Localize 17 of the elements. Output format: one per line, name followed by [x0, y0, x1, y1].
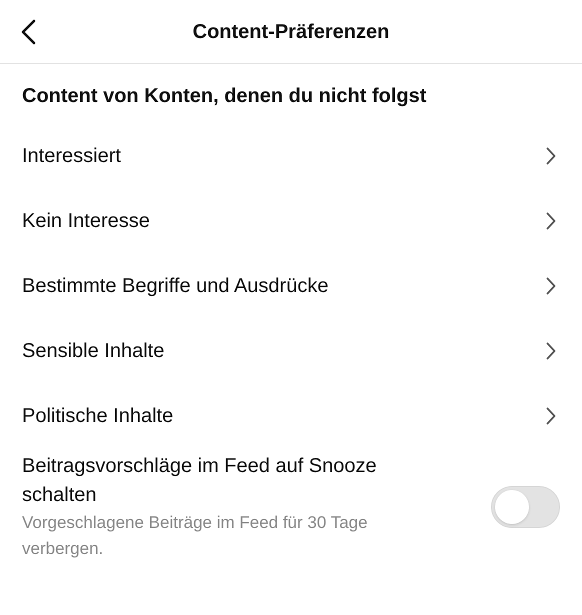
menu-item[interactable]: Bestimmte Begriffe und Ausdrücke — [0, 253, 582, 318]
chevron-right-icon — [546, 276, 556, 294]
page-title: Content-Präferenzen — [192, 20, 390, 44]
section-heading: Content von Konten, denen du nicht folgst — [22, 84, 428, 109]
back-icon — [20, 19, 36, 45]
menu-item[interactable]: Kein Interesse — [0, 188, 582, 253]
menu-item[interactable]: Interessiert — [0, 123, 582, 188]
toggle-switch[interactable] — [491, 486, 560, 528]
setting-title: Beitragsvorschläge im Feed auf Snooze schalten — [22, 454, 378, 508]
setting-description: Vorgeschlagene Beiträge im Feed für 30 Tage verbergen. — [22, 512, 369, 560]
menu-item[interactable]: Sensible Inhalte — [0, 318, 582, 383]
menu-item[interactable]: Politische Inhalte — [0, 383, 582, 448]
chevron-right-icon — [546, 342, 556, 360]
toggle-knob — [495, 490, 529, 524]
chevron-right-icon — [546, 146, 556, 164]
chevron-right-icon — [546, 406, 556, 424]
chevron-right-icon — [546, 212, 556, 230]
